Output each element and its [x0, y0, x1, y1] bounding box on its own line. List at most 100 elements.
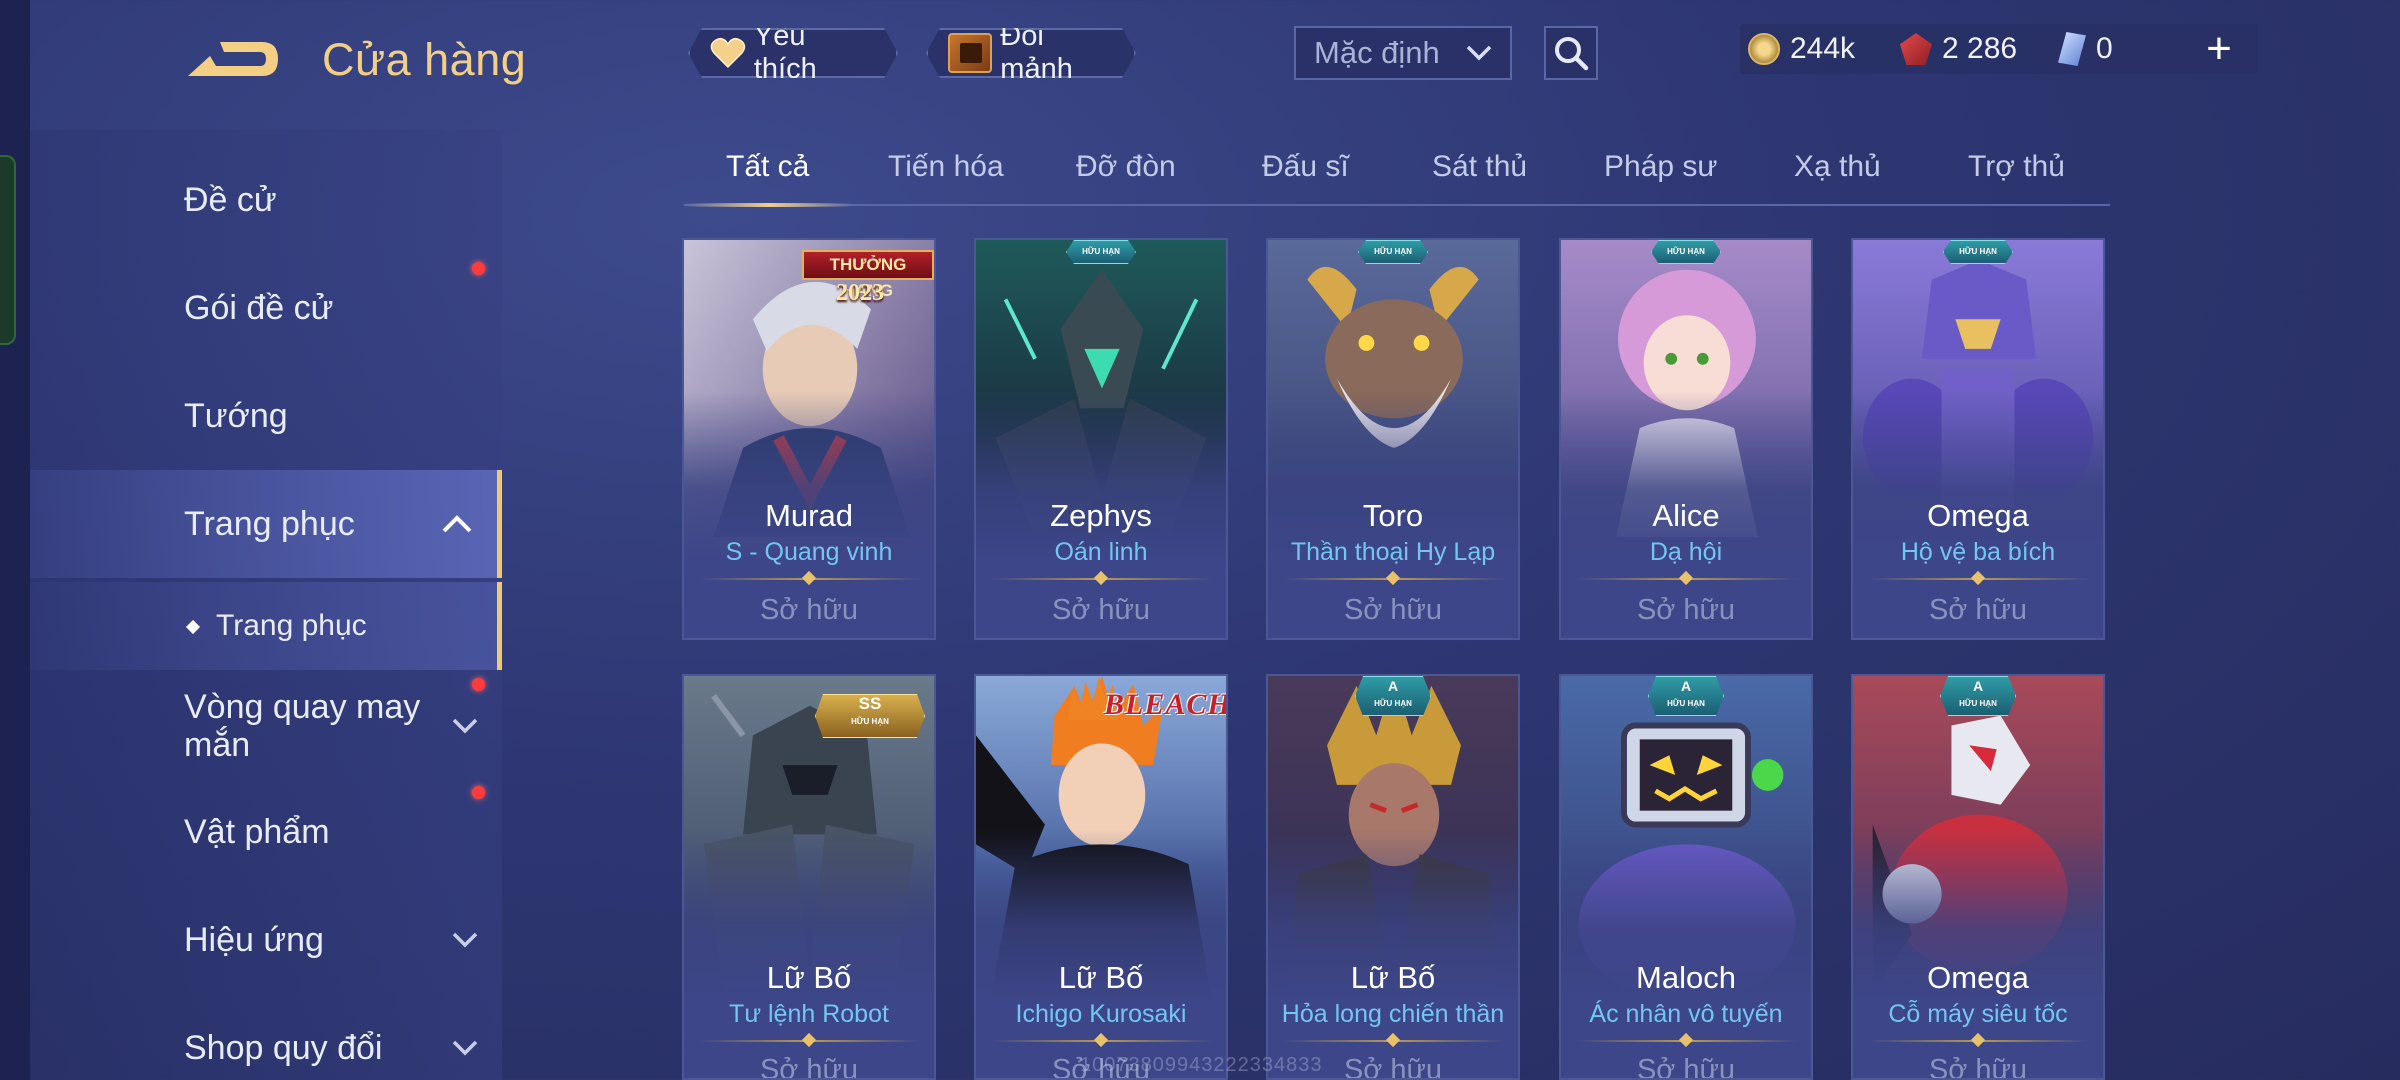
- tab-label: Tất cả: [726, 150, 810, 183]
- tab-tank[interactable]: Đỡ đòn: [1076, 150, 1176, 184]
- skin-name: Oán linh: [1054, 538, 1148, 566]
- skin-card-omega-speed[interactable]: A HỮU HẠN Omega Cỗ máy siêu tốc Sở hữu: [1851, 674, 2105, 1080]
- skin-card-lu-bo-robot[interactable]: SS HỮU HẠN Lữ Bố Tư lệnh Robot Sở hữu: [682, 674, 936, 1080]
- plus-icon: +: [2206, 24, 2232, 73]
- skin-name: Ác nhân vô tuyến: [1589, 1000, 1783, 1028]
- sidebar-item-skins[interactable]: Trang phục: [30, 470, 502, 578]
- skin-name: Tư lệnh Robot: [729, 1000, 889, 1028]
- tier-badge: A HỮU HẠN: [1355, 676, 1431, 716]
- skin-name: Hỏa long chiến thần: [1281, 1000, 1505, 1028]
- sort-dropdown[interactable]: Mặc định: [1294, 26, 1512, 80]
- favorites-label: Yêu thích: [753, 20, 817, 85]
- limited-badge: HỮU HẠN: [1651, 240, 1721, 264]
- sidebar-item-items[interactable]: Vật phẩm: [30, 784, 502, 880]
- gold-currency: 244k: [1748, 24, 1855, 74]
- skin-name: Hộ vệ ba bích: [1900, 538, 2056, 566]
- ownership-status: Sở hữu: [1928, 594, 2028, 626]
- sidebar-item-recommended[interactable]: Đề cử: [30, 152, 502, 248]
- fragment-exchange-button[interactable]: Đổi mảnh: [926, 28, 1136, 78]
- ruby-amount: 2 286: [1942, 32, 2018, 65]
- skin-card-lu-bo-fire-dragon[interactable]: A HỮU HẠN Lữ Bố Hỏa long chiến thần Sở h…: [1266, 674, 1520, 1080]
- add-currency-button[interactable]: +: [2194, 24, 2244, 74]
- skin-card-zephys[interactable]: HỮU HẠN Zephys Oán linh Sở hữu: [974, 238, 1228, 640]
- active-tab-indicator: [684, 203, 854, 207]
- limited-label: HỮU HẠN: [1374, 247, 1412, 256]
- gold-amount: 244k: [1790, 32, 1856, 65]
- ruby-currency: 2 286: [1900, 24, 2017, 74]
- limited-label: HỮU HẠN: [1374, 699, 1412, 708]
- tab-evolution[interactable]: Tiến hóa: [888, 150, 1004, 184]
- search-button[interactable]: [1544, 26, 1598, 80]
- card-divider: [1284, 1040, 1504, 1042]
- skin-card-lu-bo-ichigo[interactable]: BLEACH Lữ Bố Ichigo Kurosaki Sở hữu: [974, 674, 1228, 1080]
- role-filter-tabs: Tất cả Tiến hóa Đỡ đòn Đấu sĩ Sát thủ Ph…: [684, 140, 2110, 207]
- chevron-down-icon: [1466, 45, 1492, 61]
- sidebar-item-label: Shop quy đổi: [184, 1028, 383, 1067]
- sidebar-item-label: Gói đề cử: [184, 288, 334, 327]
- tier-badge: A HỮU HẠN: [1648, 676, 1724, 716]
- ownership-status: Sở hữu: [1051, 594, 1151, 626]
- hero-name: Lữ Bố: [766, 960, 852, 995]
- sidebar-item-label: Đề cử: [184, 180, 277, 219]
- ownership-status: Sở hữu: [1343, 594, 1443, 626]
- tab-marksman[interactable]: Xạ thủ: [1794, 150, 1881, 184]
- sidebar-item-effects[interactable]: Hiệu ứng: [30, 892, 502, 988]
- notification-dot: [472, 262, 485, 275]
- sidebar-subitem-skins[interactable]: Trang phục: [30, 582, 502, 670]
- ownership-status: Sở hữu: [1928, 1054, 2028, 1080]
- limited-label: HỮU HẠN: [1082, 247, 1120, 256]
- gold-coin-icon: [1748, 33, 1780, 65]
- skin-name: Thần thoại Hy Lạp: [1290, 538, 1496, 566]
- hero-name: Murad: [765, 498, 853, 533]
- hero-name: Lữ Bố: [1058, 960, 1144, 995]
- chevron-down-icon: [452, 1040, 478, 1056]
- tier-badge: SS HỮU HẠN: [815, 694, 925, 738]
- hero-name: Alice: [1652, 498, 1720, 533]
- skin-card-maloch[interactable]: A HỮU HẠN Maloch Ác nhân vô tuyến Sở hữu: [1559, 674, 1813, 1080]
- sidebar-item-exchange-shop[interactable]: Shop quy đổi: [30, 1000, 502, 1080]
- skin-card-omega[interactable]: HỮU HẠN Omega Hộ vệ ba bích Sở hữu: [1851, 238, 2105, 640]
- limited-badge: HỮU HẠN: [1943, 240, 2013, 264]
- bleach-collab-logo: BLEACH: [1068, 676, 1226, 732]
- back-button[interactable]: [180, 28, 284, 90]
- chevron-down-icon: [452, 718, 478, 734]
- crystal-currency: 0: [2058, 24, 2113, 74]
- limited-label: HỮU HẠN: [1959, 699, 1997, 708]
- tab-all[interactable]: Tất cả: [726, 150, 809, 184]
- card-divider: [700, 1040, 920, 1042]
- bleach-logo-text: BLEACH: [1104, 688, 1228, 721]
- skin-card-murad[interactable]: THƯỞNG HẠNG 2023 Murad S - Quang vinh Sở…: [682, 238, 936, 640]
- tab-fighter[interactable]: Đấu sĩ: [1262, 150, 1349, 184]
- skin-name: S - Quang vinh: [725, 538, 893, 566]
- limited-label: HỮU HẠN: [1667, 247, 1705, 256]
- tier-label: SS: [858, 694, 882, 713]
- heart-icon: [710, 37, 746, 69]
- sidebar-item-heroes[interactable]: Tướng: [30, 368, 502, 464]
- ownership-status: Sở hữu: [759, 594, 859, 626]
- crystal-amount: 0: [2096, 32, 2113, 65]
- card-divider: [992, 1040, 1212, 1042]
- hero-name: Zephys: [1050, 498, 1152, 533]
- ownership-status: Sở hữu: [759, 1054, 859, 1080]
- sort-value: Mặc định: [1314, 35, 1440, 70]
- notification-dot: [472, 786, 485, 799]
- tier-badge: A HỮU HẠN: [1940, 676, 2016, 716]
- search-icon: [1555, 37, 1589, 71]
- tab-assassin[interactable]: Sát thủ: [1432, 150, 1527, 184]
- tab-label: Pháp sư: [1604, 150, 1718, 183]
- favorites-button[interactable]: Yêu thích: [688, 28, 898, 78]
- sidebar-item-label: Vật phẩm: [184, 812, 330, 851]
- tab-label: Xạ thủ: [1794, 150, 1881, 183]
- fragment-exchange-label: Đổi mảnh: [1000, 20, 1073, 85]
- limited-label: HỮU HẠN: [1667, 699, 1705, 708]
- skin-card-alice[interactable]: HỮU HẠN Alice Dạ hội Sở hữu: [1559, 238, 1813, 640]
- card-divider: [1869, 1040, 2089, 1042]
- tab-support[interactable]: Trợ thủ: [1968, 150, 2065, 184]
- hero-name: Omega: [1927, 498, 2029, 533]
- skin-card-toro[interactable]: HỮU HẠN Toro Thần thoại Hy Lạp Sở hữu: [1266, 238, 1520, 640]
- sidebar-item-lucky-spin[interactable]: Vòng quay may mắn: [30, 680, 502, 772]
- card-divider: [1577, 1040, 1797, 1042]
- tab-mage[interactable]: Pháp sư: [1604, 150, 1717, 184]
- sidebar-item-label: Tướng: [184, 396, 288, 435]
- sidebar-item-recommended-packs[interactable]: Gói đề cử: [30, 260, 502, 356]
